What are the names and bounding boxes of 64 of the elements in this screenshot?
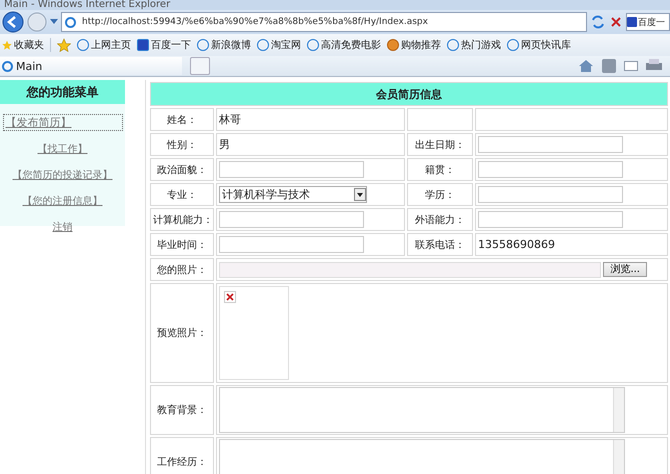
menu-link[interactable]: 【您简历的投递记录】: [12, 167, 114, 183]
caret-icon[interactable]: [50, 19, 58, 25]
field-label: 联系电话：: [415, 240, 465, 250]
field-value: 13558690869: [478, 238, 555, 251]
bookmark-link[interactable]: 高清免费电影: [307, 38, 381, 52]
back-icon[interactable]: [2, 11, 24, 33]
new-tab-button[interactable]: [190, 57, 210, 75]
input-field[interactable]: [478, 186, 623, 203]
refresh-icon[interactable]: [590, 14, 606, 30]
field-label: 出生日期：: [415, 140, 465, 150]
input-field[interactable]: [219, 161, 364, 178]
form-title: 会员简历信息: [150, 82, 668, 106]
search-field[interactable]: 百度一: [626, 13, 670, 31]
input-field[interactable]: [219, 211, 364, 228]
field-label: 教育背景：: [157, 405, 207, 416]
page-icon: [2, 60, 13, 72]
field-label: 计算机能力：: [153, 214, 213, 226]
close-icon[interactable]: [609, 15, 623, 29]
address-field[interactable]: http://localhost:59943/%e6%ba%90%e7%a8%8b%e5%ba%8f/Hy/Index.aspx: [61, 12, 587, 32]
input-field[interactable]: [478, 136, 623, 153]
bookmark-link[interactable]: 淘宝网: [257, 38, 301, 52]
file-path-field[interactable]: [219, 262, 602, 278]
input-field[interactable]: [478, 211, 623, 228]
star-icon: [2, 40, 12, 50]
browser-tab[interactable]: Main: [0, 57, 182, 75]
menu-link[interactable]: 【发布简历】: [2, 114, 122, 131]
input-field[interactable]: [478, 161, 623, 178]
field-label: 学历：: [425, 190, 455, 200]
field-value: 男: [219, 138, 230, 151]
page-icon: [65, 16, 76, 28]
menu-link[interactable]: 【找工作】: [36, 141, 88, 157]
scrollbar[interactable]: [613, 388, 624, 432]
mail-icon[interactable]: [624, 61, 638, 71]
field-label: 工作经历：: [157, 457, 207, 468]
field-label: 预览照片：: [157, 328, 207, 339]
bookmark-link[interactable]: 购物推荐: [387, 38, 441, 52]
bookmark-link[interactable]: 热门游戏: [447, 38, 501, 52]
menu-link[interactable]: 注销: [52, 219, 74, 235]
field-value: 林哥: [219, 113, 241, 126]
star-icon[interactable]: [57, 38, 71, 52]
bookmark-link[interactable]: 新浪微博: [197, 38, 251, 52]
scrollbar[interactable]: [613, 440, 624, 474]
field-label: 外语能力：: [415, 214, 465, 226]
bookmark-link[interactable]: 上网主页: [77, 38, 131, 52]
broken-image-icon: [224, 291, 236, 303]
field-label: 毕业时间：: [157, 240, 207, 250]
field-label: 籍贯：: [425, 164, 455, 176]
printer-icon[interactable]: [646, 59, 662, 73]
major-dropdown[interactable]: 计算机科学与技术: [219, 186, 367, 203]
browse-button[interactable]: 浏览...: [603, 262, 647, 277]
text-area[interactable]: [219, 439, 625, 474]
field-label: 性别：: [167, 140, 197, 150]
field-label: 专业：: [167, 190, 197, 200]
bookmark-link[interactable]: 网页快讯库: [507, 38, 571, 52]
menu-title: 您的功能菜单: [0, 80, 125, 104]
field-label: 您的照片：: [157, 264, 207, 276]
field-label: 姓名：: [167, 114, 197, 126]
input-field[interactable]: [219, 236, 364, 253]
menu-link[interactable]: 【您的注册信息】: [22, 193, 104, 209]
bookmark-link[interactable]: 百度一下: [137, 38, 191, 52]
favorites-button[interactable]: 收藏夹: [2, 38, 51, 52]
home-icon[interactable]: [578, 59, 594, 73]
field-label: 政治面貌：: [157, 164, 207, 176]
text-area[interactable]: [219, 387, 625, 433]
